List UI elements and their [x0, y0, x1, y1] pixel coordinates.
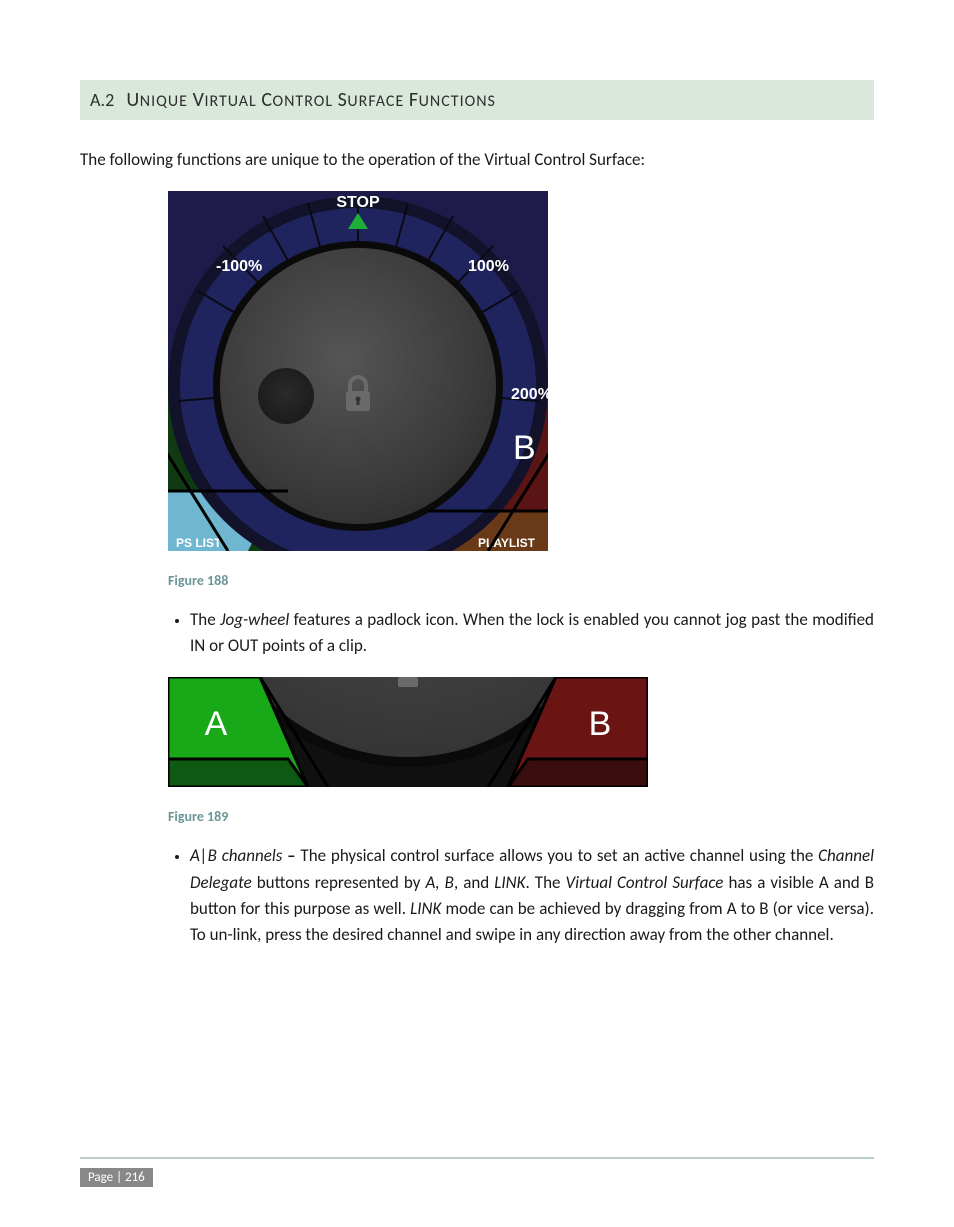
- intro-text: The following functions are unique to th…: [80, 148, 874, 173]
- footer-rule: [80, 1157, 874, 1159]
- channel-b-label: B: [589, 705, 612, 743]
- page-footer: Page | 216: [80, 1157, 874, 1187]
- bullet-text: buttons represented by: [252, 872, 426, 893]
- bullet-italic: LINK: [494, 872, 525, 893]
- bullet-italic: A|B channels: [190, 845, 282, 866]
- channel-b-label: B: [513, 429, 536, 467]
- list-label-left-partial: PS LIST: [176, 536, 222, 550]
- bullet-italic: Virtual Control Surface: [566, 872, 724, 893]
- channel-a-label: A: [205, 705, 228, 743]
- section-number: A.2: [90, 89, 114, 111]
- stop-label: STOP: [336, 194, 380, 211]
- figure-189-caption: Figure 189: [168, 808, 874, 825]
- bullet-italic: Jog-wheel: [220, 609, 289, 630]
- jog-wheel-illustration: STOP -100% 100% 200% B PLAYLIST PS LIST: [168, 191, 548, 551]
- padlock-icon: [398, 677, 418, 687]
- section-title: Unique Virtual Control Surface Functions: [126, 89, 496, 111]
- bullet-dash: –: [282, 845, 300, 866]
- section-heading: A.2 Unique Virtual Control Surface Funct…: [80, 80, 874, 120]
- pos200-label: 200%: [511, 386, 548, 403]
- playlist-label-right: PLAYLIST: [478, 536, 536, 550]
- bullet-ab-channels: A|B channels – The physical control surf…: [190, 843, 874, 948]
- bullet-jog-wheel: The Jog-wheel features a padlock icon. W…: [190, 607, 874, 660]
- ab-channels-illustration: A B: [168, 677, 648, 787]
- bullet-italic: A, B: [425, 872, 453, 893]
- bullet-text: , and: [454, 872, 494, 893]
- figure-188: STOP -100% 100% 200% B PLAYLIST PS LIST: [168, 191, 874, 556]
- figure-189: A B: [168, 677, 874, 792]
- bullet-text: features a padlock icon. When the lock i…: [190, 609, 874, 656]
- bullet-text: . The: [525, 872, 565, 893]
- page-number: Page | 216: [80, 1168, 153, 1187]
- bullet-text: The physical control surface allows you …: [300, 845, 818, 866]
- pos100-label: 100%: [468, 258, 509, 275]
- bullet-text: The: [190, 609, 220, 630]
- neg100-label: -100%: [216, 258, 262, 275]
- figure-188-caption: Figure 188: [168, 572, 874, 589]
- bullet-italic: LINK: [410, 898, 441, 919]
